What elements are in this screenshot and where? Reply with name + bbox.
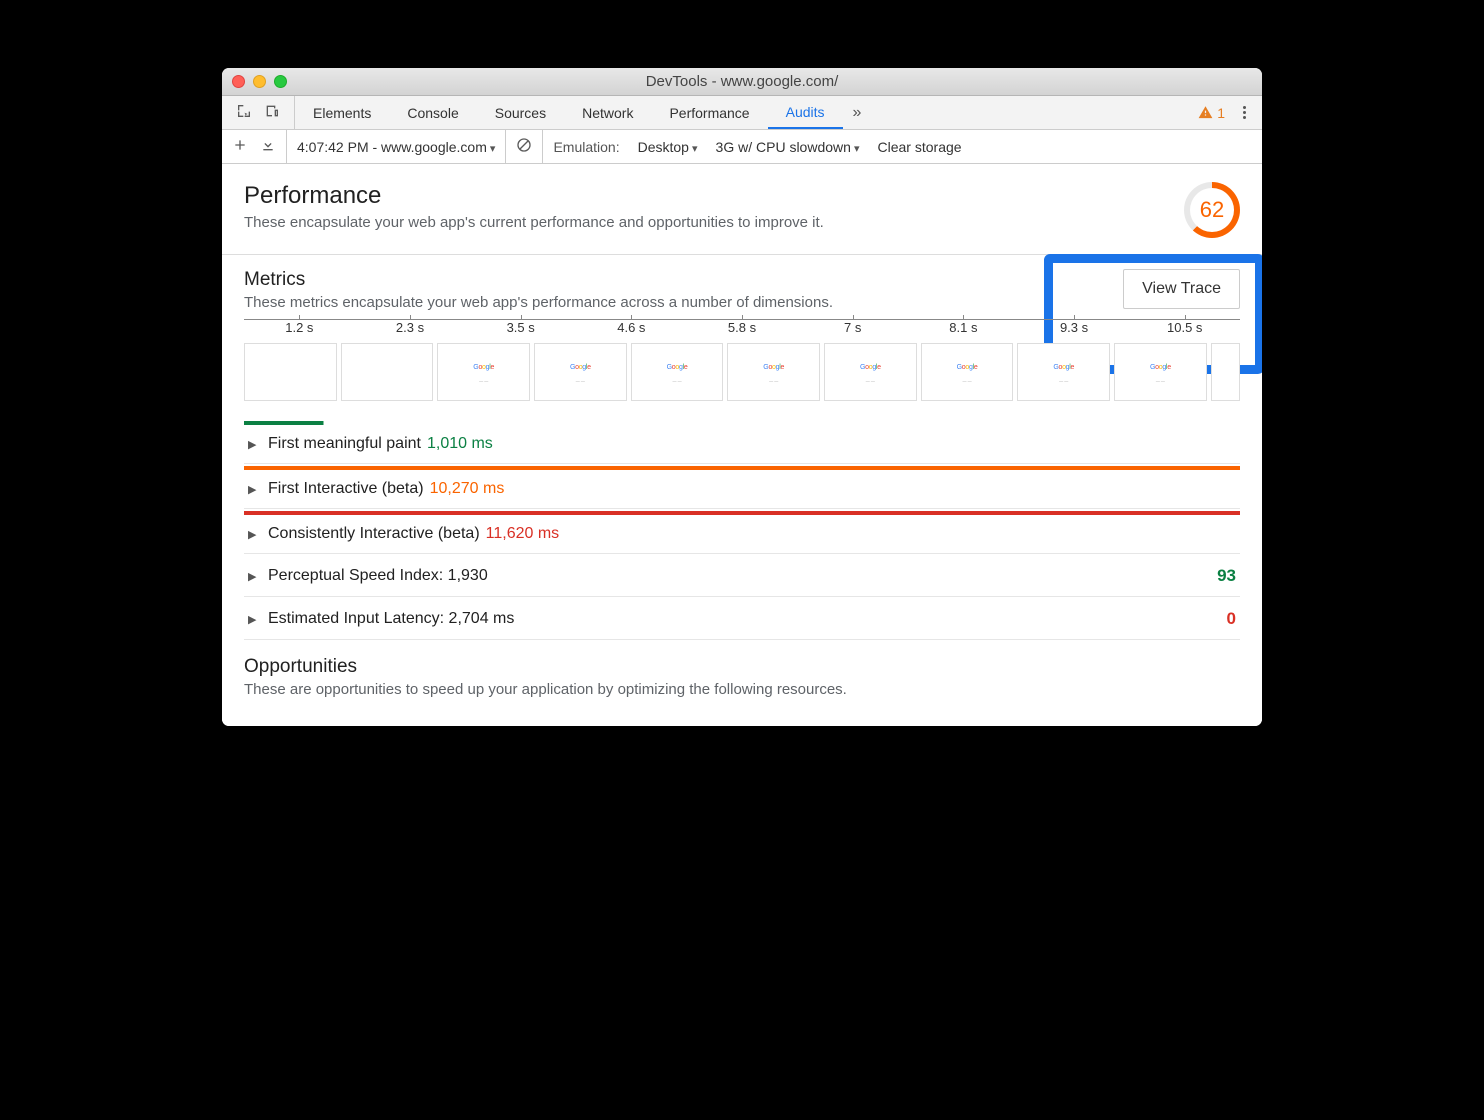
- view-trace-button[interactable]: View Trace: [1123, 269, 1240, 309]
- performance-score-gauge: 62: [1184, 182, 1240, 238]
- metric-value: 1,010 ms: [427, 435, 493, 453]
- metric-label: Consistently Interactive (beta): [268, 525, 480, 543]
- tick: 10.5 s: [1129, 320, 1240, 343]
- device-toolbar-icon[interactable]: [264, 103, 280, 122]
- frame-thumb: [244, 343, 337, 401]
- tabs-right-controls: 1: [1198, 100, 1262, 125]
- window-title: DevTools - www.google.com/: [222, 73, 1262, 90]
- frame-thumb: Google— —: [921, 343, 1014, 401]
- metric-row[interactable]: ▶ Perceptual Speed Index: 1,930 93: [244, 554, 1240, 597]
- clear-report-button[interactable]: [516, 137, 532, 156]
- chevron-right-icon: ▶: [248, 438, 258, 451]
- chevron-right-icon: ▶: [248, 483, 258, 496]
- frame-thumb: Google— —: [824, 343, 917, 401]
- device-dropdown[interactable]: Desktop: [638, 139, 698, 155]
- tick: 2.3 s: [355, 320, 466, 343]
- tab-audits[interactable]: Audits: [768, 96, 843, 129]
- metric-row[interactable]: ▶ Consistently Interactive (beta) 11,620…: [244, 509, 1240, 554]
- tick: 7 s: [797, 320, 908, 343]
- console-warning-badge[interactable]: 1: [1198, 105, 1225, 121]
- clear-storage-option[interactable]: Clear storage: [878, 139, 962, 155]
- metric-row[interactable]: ▶ Estimated Input Latency: 2,704 ms 0: [244, 597, 1240, 640]
- metric-value: 10,270 ms: [430, 480, 505, 498]
- frame-thumb: Google— —: [437, 343, 530, 401]
- chevron-right-icon: ▶: [248, 613, 258, 626]
- frame-thumb: Google— —: [1017, 343, 1110, 401]
- report-selector-dropdown[interactable]: 4:07:42 PM - www.google.com: [297, 139, 495, 155]
- performance-subtitle: These encapsulate your web app's current…: [244, 214, 824, 231]
- inspect-element-icon[interactable]: [236, 103, 252, 122]
- metric-row[interactable]: ▶ First Interactive (beta) 10,270 ms: [244, 464, 1240, 509]
- audit-report: Performance These encapsulate your web a…: [222, 164, 1262, 726]
- new-audit-button[interactable]: [232, 137, 248, 156]
- tick: 8.1 s: [908, 320, 1019, 343]
- tab-network[interactable]: Network: [564, 96, 651, 129]
- frame-thumb: [341, 343, 434, 401]
- metric-label: Estimated Input Latency: 2,704 ms: [268, 610, 514, 628]
- metrics-list: ▶ First meaningful paint 1,010 ms ▶ Firs…: [244, 419, 1240, 640]
- tick: 3.5 s: [465, 320, 576, 343]
- tick: 9.3 s: [1019, 320, 1130, 343]
- metrics-subtitle: These metrics encapsulate your web app's…: [244, 294, 833, 311]
- tab-console[interactable]: Console: [389, 96, 476, 129]
- opportunities-title: Opportunities: [244, 656, 1240, 678]
- performance-section-header: Performance These encapsulate your web a…: [244, 182, 1240, 238]
- metric-score: 0: [1227, 609, 1236, 629]
- timeline-ticks: 1.2 s 2.3 s 3.5 s 4.6 s 5.8 s 7 s 8.1 s …: [244, 319, 1240, 343]
- more-options-button[interactable]: [1235, 100, 1254, 125]
- chevron-right-icon: ▶: [248, 570, 258, 583]
- inspect-tools: [222, 96, 295, 129]
- opportunities-section: Opportunities These are opportunities to…: [244, 656, 1240, 698]
- frame-thumb: Google— —: [534, 343, 627, 401]
- performance-title: Performance: [244, 182, 824, 210]
- section-divider: [222, 254, 1262, 255]
- frame-thumb: Google— —: [1114, 343, 1207, 401]
- filmstrip: Google— — Google— — Google— — Google— — …: [244, 343, 1240, 401]
- tabs-overflow-button[interactable]: »: [843, 104, 872, 122]
- download-report-button[interactable]: [260, 137, 276, 156]
- metric-label: Perceptual Speed Index: 1,930: [268, 567, 488, 585]
- tick: 4.6 s: [576, 320, 687, 343]
- metric-value: 11,620 ms: [486, 525, 560, 543]
- panel-tabs: Elements Console Sources Network Perform…: [295, 96, 1198, 129]
- devtools-tabs-bar: Elements Console Sources Network Perform…: [222, 96, 1262, 130]
- tick: 5.8 s: [687, 320, 798, 343]
- metric-label: First Interactive (beta): [268, 480, 424, 498]
- frame-thumb: Google— —: [727, 343, 820, 401]
- metric-row[interactable]: ▶ First meaningful paint 1,010 ms: [244, 419, 1240, 464]
- warning-count: 1: [1217, 105, 1225, 121]
- frame-thumb: Google— —: [631, 343, 724, 401]
- performance-score-value: 62: [1200, 197, 1224, 223]
- titlebar: DevTools - www.google.com/: [222, 68, 1262, 96]
- tab-elements[interactable]: Elements: [295, 96, 389, 129]
- audits-toolbar: 4:07:42 PM - www.google.com Emulation: D…: [222, 130, 1262, 164]
- chevron-right-icon: ▶: [248, 528, 258, 541]
- tab-sources[interactable]: Sources: [477, 96, 564, 129]
- metrics-title: Metrics: [244, 269, 833, 291]
- throttle-dropdown[interactable]: 3G w/ CPU slowdown: [716, 139, 860, 155]
- metric-score: 93: [1217, 566, 1236, 586]
- tab-performance[interactable]: Performance: [651, 96, 767, 129]
- filmstrip-timeline: 1.2 s 2.3 s 3.5 s 4.6 s 5.8 s 7 s 8.1 s …: [244, 319, 1240, 401]
- opportunities-subtitle: These are opportunities to speed up your…: [244, 681, 1240, 698]
- tick: 1.2 s: [244, 320, 355, 343]
- metrics-section-header: Metrics These metrics encapsulate your w…: [244, 269, 1240, 311]
- devtools-window: DevTools - www.google.com/ Elements Cons…: [222, 68, 1262, 726]
- frame-thumb: [1211, 343, 1240, 401]
- emulation-label: Emulation:: [553, 139, 619, 155]
- metric-label: First meaningful paint: [268, 435, 421, 453]
